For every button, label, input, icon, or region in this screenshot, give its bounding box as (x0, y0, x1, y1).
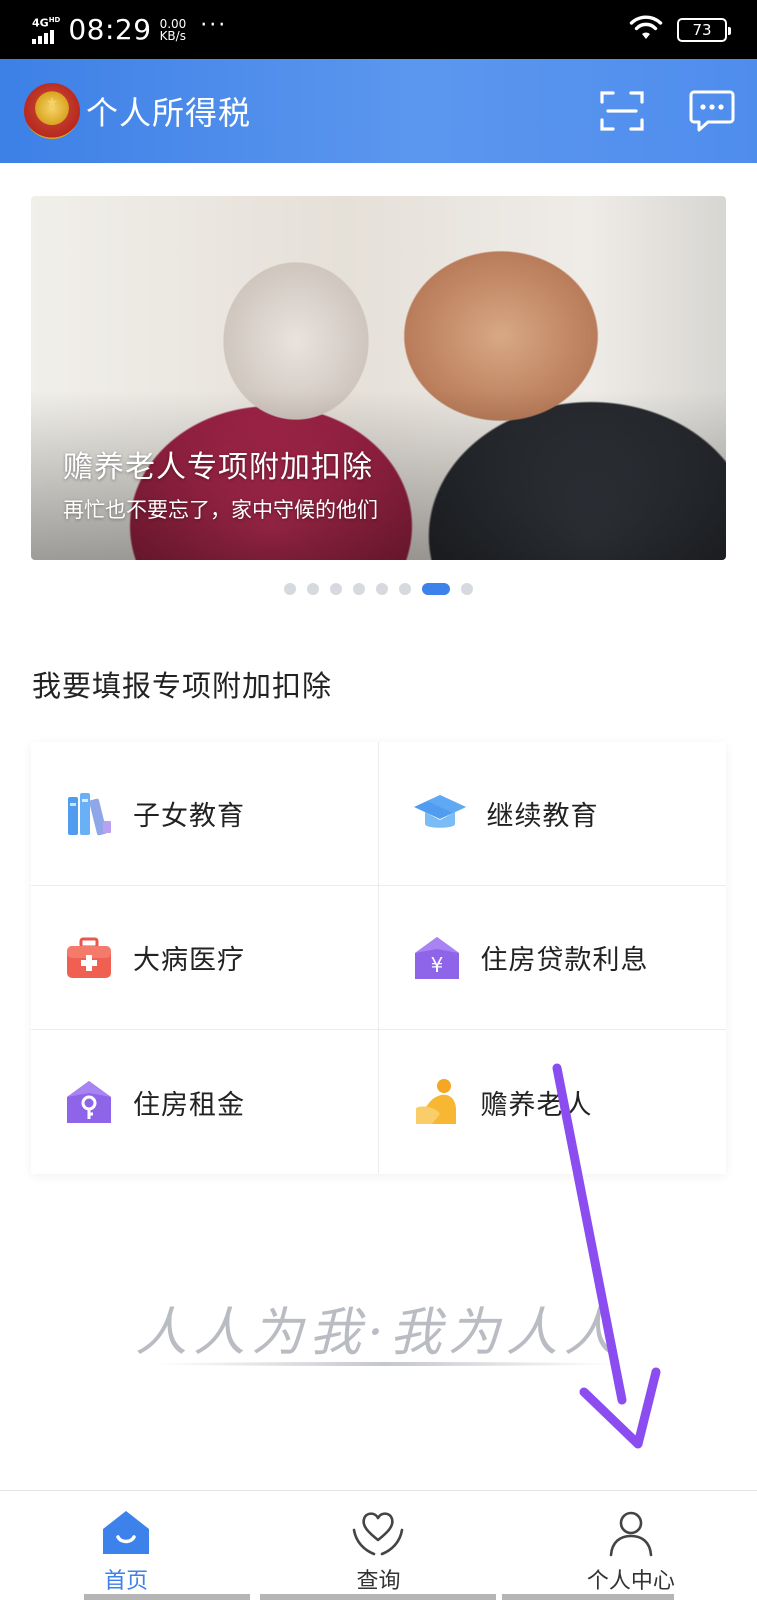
home-icon (98, 1507, 154, 1559)
message-icon (689, 90, 735, 132)
nav-label: 查询 (356, 1569, 401, 1594)
pager-dot[interactable] (376, 583, 388, 595)
medical-kit-icon (65, 934, 113, 982)
home-indicator (502, 1594, 674, 1600)
cellular-signal-icon: 4GHD (32, 15, 60, 45)
banner-pager (0, 583, 757, 595)
deduction-label: 大病医疗 (133, 945, 245, 976)
slogan-text: 人人为我·我为人人 (135, 1303, 622, 1363)
books-icon (65, 790, 113, 838)
pager-dot[interactable] (461, 583, 473, 595)
graduation-cap-icon (413, 790, 467, 838)
screen: 4GHD 08:29 0.00 KB/s ··· 73 个人所得税 (0, 0, 757, 1600)
user-icon (603, 1507, 659, 1559)
status-time: 08:29 (68, 13, 152, 46)
deduction-label: 子女教育 (133, 801, 245, 832)
status-bar: 4GHD 08:29 0.00 KB/s ··· 73 (0, 0, 757, 59)
home-indicator (84, 1594, 250, 1600)
deduction-label: 住房贷款利息 (480, 945, 649, 976)
svg-text:¥: ¥ (430, 953, 443, 977)
scan-icon (600, 91, 644, 131)
app-title: 个人所得税 (86, 94, 252, 132)
nav-item-home[interactable]: 首页 (0, 1491, 252, 1600)
deduction-label: 住房租金 (133, 1089, 245, 1121)
deduction-item-mortgage-interest[interactable]: ¥ 住房贷款利息 (378, 886, 726, 1030)
pager-dot[interactable] (307, 583, 319, 595)
deduction-label: 继续教育 (486, 801, 599, 832)
wifi-icon (629, 15, 663, 45)
message-button[interactable] (687, 86, 737, 136)
slogan-divider (150, 1362, 620, 1366)
banner-title: 赡养老人专项附加扣除 (63, 450, 373, 485)
pager-dot[interactable] (284, 583, 296, 595)
house-key-icon (65, 1078, 113, 1126)
nav-label: 首页 (104, 1569, 149, 1594)
pager-dot[interactable] (353, 583, 365, 595)
deduction-label: 赡养老人 (480, 1089, 593, 1121)
pager-dot[interactable] (330, 583, 342, 595)
banner-subtitle: 再忙也不要忘了，家中守候的他们 (63, 498, 378, 522)
section-title: 我要填报专项附加扣除 (32, 669, 333, 703)
scan-button[interactable] (597, 86, 647, 136)
deduction-item-continuing-education[interactable]: 继续教育 (378, 742, 726, 886)
deduction-item-housing-rent[interactable]: 住房租金 (31, 1030, 379, 1174)
deduction-item-serious-illness[interactable]: 大病医疗 (31, 886, 379, 1030)
nav-label: 个人中心 (586, 1569, 675, 1594)
bottom-nav: 首页 查询 个人中心 (0, 1490, 757, 1600)
network-speed: 0.00 KB/s (159, 16, 187, 43)
more-notifications-icon: ··· (200, 13, 228, 38)
home-indicator (260, 1594, 496, 1600)
deduction-item-elderly-support[interactable]: 赡养老人 (379, 1030, 727, 1174)
pager-dot-active[interactable] (422, 583, 450, 595)
nav-item-query[interactable]: 查询 (252, 1491, 504, 1600)
battery-icon: 73 (677, 17, 731, 42)
national-emblem-logo (24, 83, 80, 139)
deduction-item-children-education[interactable]: 子女教育 (31, 742, 379, 886)
pager-dot[interactable] (399, 583, 411, 595)
house-yuan-icon: ¥ (413, 934, 461, 982)
app-header: 个人所得税 (0, 59, 757, 163)
promo-banner[interactable]: 赡养老人专项附加扣除 再忙也不要忘了，家中守候的他们 (31, 196, 726, 560)
heart-hands-icon (350, 1507, 406, 1559)
deduction-grid: 子女教育 继续教育 大病医疗 ¥ 住房贷款利息 住房租金 赡养老人 (31, 742, 726, 1174)
elderly-care-icon (413, 1078, 461, 1126)
nav-item-personal-center[interactable]: 个人中心 (505, 1491, 757, 1600)
